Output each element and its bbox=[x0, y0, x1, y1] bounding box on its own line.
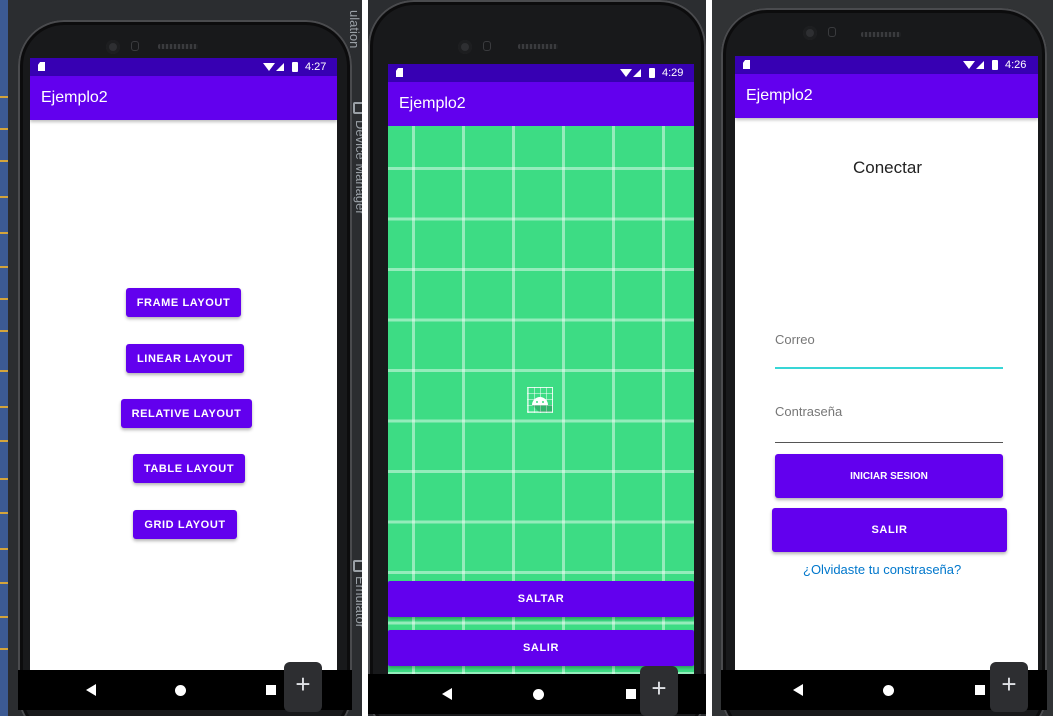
salir-button[interactable]: SALIR bbox=[772, 508, 1007, 552]
front-camera bbox=[803, 26, 817, 40]
email-field[interactable]: Correo bbox=[775, 332, 815, 347]
status-time: 4:29 bbox=[662, 67, 684, 79]
plus-icon[interactable]: + bbox=[640, 666, 678, 716]
home-icon[interactable] bbox=[883, 685, 894, 696]
plus-icon[interactable]: + bbox=[990, 662, 1028, 712]
ide-tab-device-manager[interactable]: Device Manager bbox=[353, 120, 362, 215]
login-title: Conectar bbox=[853, 158, 922, 177]
password-field-underline bbox=[775, 442, 1003, 443]
phone-screen: 4:29 Ejemplo2 SALTAR SALIR bbox=[388, 64, 694, 674]
front-sensor bbox=[828, 27, 836, 37]
android-placeholder-icon bbox=[527, 387, 553, 413]
front-camera bbox=[106, 40, 120, 54]
salir-button[interactable]: SALIR bbox=[388, 630, 694, 666]
wifi-icon bbox=[263, 63, 275, 71]
wifi-icon bbox=[620, 69, 632, 77]
phone-frame: 4:27 Ejemplo2 FRAME LAYOUT LINEAR LAYOUT… bbox=[18, 20, 352, 716]
grid-layout-button[interactable]: GRID LAYOUT bbox=[133, 510, 237, 539]
app-title: Ejemplo2 bbox=[746, 87, 813, 104]
front-sensor bbox=[483, 41, 491, 51]
earpiece-speaker bbox=[158, 44, 198, 49]
signal-icon bbox=[976, 61, 984, 69]
back-icon[interactable] bbox=[793, 684, 803, 696]
email-field-underline bbox=[775, 367, 1003, 369]
relative-layout-button[interactable]: RELATIVE LAYOUT bbox=[121, 399, 252, 428]
status-bar: 4:26 bbox=[735, 56, 1038, 74]
recents-icon[interactable] bbox=[975, 685, 985, 695]
status-bar: 4:27 bbox=[30, 58, 337, 76]
battery-icon bbox=[992, 60, 998, 70]
ide-tab-emulation[interactable]: ulation bbox=[347, 10, 362, 48]
home-icon[interactable] bbox=[533, 689, 544, 700]
plus-icon[interactable]: + bbox=[284, 662, 322, 712]
sim-card-icon bbox=[743, 60, 750, 69]
ide-tab-emulator[interactable]: Emulator bbox=[353, 576, 362, 628]
battery-icon bbox=[292, 62, 298, 72]
linear-layout-button[interactable]: LINEAR LAYOUT bbox=[126, 344, 244, 373]
front-sensor bbox=[131, 41, 139, 51]
frame-layout-button[interactable]: FRAME LAYOUT bbox=[126, 288, 241, 317]
home-icon[interactable] bbox=[175, 685, 186, 696]
back-icon[interactable] bbox=[86, 684, 96, 696]
earpiece-speaker bbox=[861, 32, 901, 37]
sim-card-icon bbox=[396, 68, 403, 77]
status-time: 4:27 bbox=[305, 61, 327, 73]
back-icon[interactable] bbox=[442, 688, 452, 700]
phone-frame: 4:26 Ejemplo2 Conectar Correo Contraseña… bbox=[721, 8, 1047, 716]
device-manager-icon[interactable] bbox=[353, 102, 362, 114]
ide-gutter-strip bbox=[0, 0, 8, 716]
phone-frame: 4:29 Ejemplo2 SALTAR SALIR bbox=[368, 0, 706, 716]
emulator-panel-2: De 4:29 Ejemplo2 SALTAR SAL bbox=[368, 0, 706, 716]
emulator-tab-icon[interactable] bbox=[353, 560, 362, 572]
wifi-icon bbox=[963, 61, 975, 69]
status-time: 4:26 bbox=[1005, 59, 1027, 71]
signal-icon bbox=[633, 69, 641, 77]
phone-screen: 4:26 Ejemplo2 Conectar Correo Contraseña… bbox=[735, 56, 1038, 670]
app-bar: Ejemplo2 bbox=[388, 82, 694, 126]
iniciar-sesion-button[interactable]: INICIAR SESION bbox=[775, 454, 1003, 498]
app-title: Ejemplo2 bbox=[399, 95, 466, 112]
forgot-password-link[interactable]: ¿Olvidaste tu constraseña? bbox=[803, 562, 961, 577]
app-bar: Ejemplo2 bbox=[30, 76, 337, 120]
recents-icon[interactable] bbox=[266, 685, 276, 695]
signal-icon bbox=[276, 63, 284, 71]
sim-card-icon bbox=[38, 62, 45, 71]
status-bar: 4:29 bbox=[388, 64, 694, 82]
front-camera bbox=[458, 40, 472, 54]
emulator-panel-3: 4:26 Ejemplo2 Conectar Correo Contraseña… bbox=[712, 0, 1053, 716]
recents-icon[interactable] bbox=[626, 689, 636, 699]
password-field[interactable]: Contraseña bbox=[775, 404, 842, 419]
app-title: Ejemplo2 bbox=[41, 89, 108, 106]
emulator-panel-1: ulation Device Manager Emulator 4:27 Eje… bbox=[0, 0, 362, 716]
phone-screen: 4:27 Ejemplo2 FRAME LAYOUT LINEAR LAYOUT… bbox=[30, 58, 337, 708]
earpiece-speaker bbox=[518, 44, 558, 49]
table-layout-button[interactable]: TABLE LAYOUT bbox=[133, 454, 245, 483]
battery-icon bbox=[649, 68, 655, 78]
saltar-button[interactable]: SALTAR bbox=[388, 581, 694, 617]
app-bar: Ejemplo2 bbox=[735, 74, 1038, 118]
